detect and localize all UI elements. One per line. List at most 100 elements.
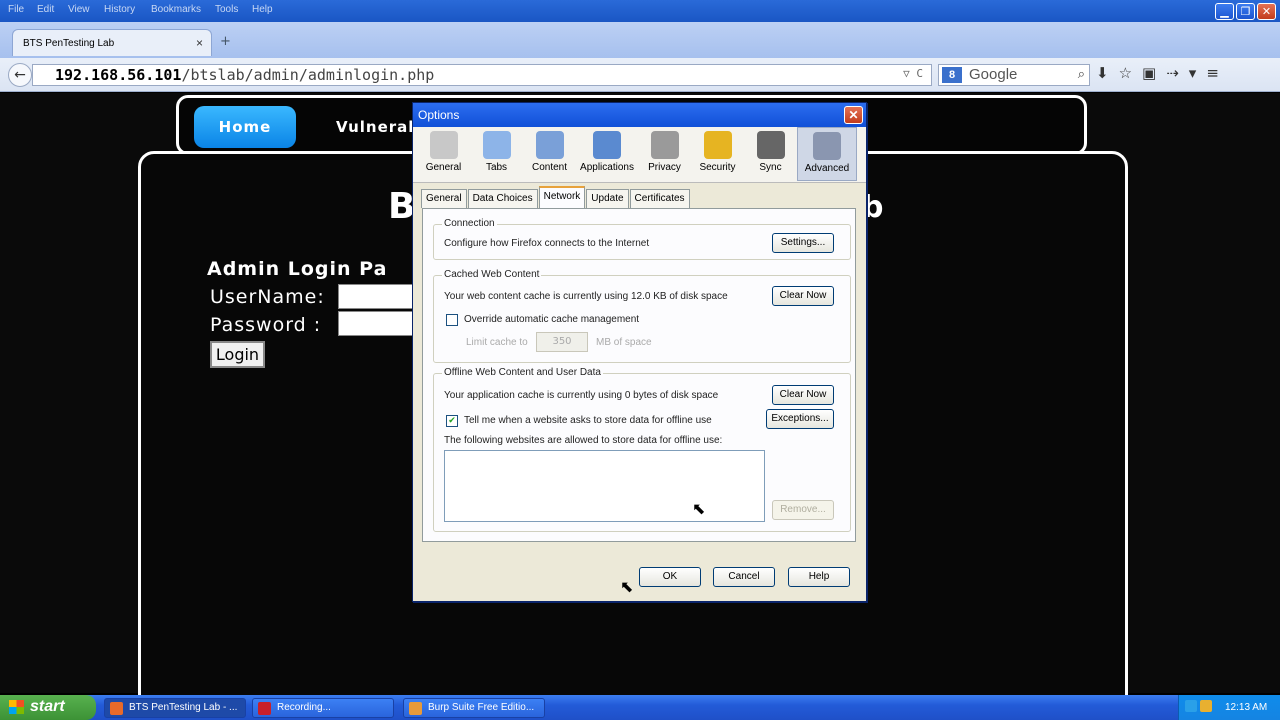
search-engine-icon[interactable]: 8 [942,67,962,83]
tell-me-label: Tell me when a website asks to store dat… [464,415,712,426]
username-input[interactable] [338,284,414,309]
subtab-certificates[interactable]: Certificates [629,189,690,208]
start-button[interactable]: start [0,695,96,720]
search-bar[interactable]: 8 Google ⌕ [938,64,1090,86]
cache-usage-text: Your web content cache is currently usin… [444,291,728,302]
clear-cache-button[interactable]: Clear Now [772,286,834,306]
recording-icon [258,702,271,715]
tab-bts-pentesting-lab[interactable]: BTS PenTesting Lab × [12,29,212,56]
override-cache-checkbox[interactable] [446,314,458,326]
tab-title: BTS PenTesting Lab [23,38,115,49]
password-input[interactable] [338,311,414,336]
preferences-pane-toolbar: General Tabs Content Applications Privac… [413,127,866,183]
options-dialog: Options ✕ General Tabs Content Applicati… [412,102,867,602]
bookmark-star-icon[interactable]: ☆ [1119,64,1132,82]
exceptions-button[interactable]: Exceptions... [766,409,834,429]
pane-label: Applications [580,162,634,173]
pane-advanced[interactable]: Advanced [797,127,857,181]
menu-history[interactable]: History [104,4,135,15]
dropdown-icon[interactable]: ▾ [1189,64,1197,82]
menu-tools[interactable]: Tools [215,4,238,15]
connection-text: Configure how Firefox connects to the In… [444,238,650,249]
connection-settings-button[interactable]: Settings... [772,233,834,253]
taskbar-item-label: BTS PenTesting Lab - ... [129,702,238,713]
pane-privacy[interactable]: Privacy [638,127,691,181]
privacy-icon [650,131,679,159]
restore-button[interactable]: ❐ [1236,3,1255,20]
search-icon[interactable]: ⌕ [1078,66,1085,82]
pane-content[interactable]: Content [523,127,576,181]
close-window-button[interactable]: ✕ [1257,3,1276,20]
search-placeholder: Google [969,66,1018,83]
menu-help[interactable]: Help [252,4,273,15]
url-bar[interactable]: 192.168.56.101/btslab/admin/adminlogin.p… [32,64,932,86]
url-bar-icons[interactable]: ▽ C [903,67,923,80]
mouse-cursor-icon: ⬉ [620,577,634,596]
cache-limit-unit: MB of space [596,337,652,348]
tray-icons [1185,700,1212,712]
start-label: start [30,698,65,715]
pane-label: Sync [759,162,782,173]
pane-applications[interactable]: Applications [576,127,638,181]
advanced-subtabs: General Data Choices Network Update Cert… [421,186,691,208]
window-controls: ▁ ❐ ✕ [1215,3,1276,20]
security-icon [703,131,732,159]
menu-edit[interactable]: Edit [37,4,54,15]
password-label: Password : [210,314,322,336]
back-button[interactable]: ← [8,63,32,87]
menu-view[interactable]: View [68,4,90,15]
offline-label: Offline Web Content and User Data [442,367,603,378]
tell-me-checkbox[interactable]: ✔ [446,415,458,427]
subtab-network[interactable]: Network [538,186,586,208]
taskbar-item-browser[interactable]: BTS PenTesting Lab - ... [104,698,246,718]
content-icon [535,131,564,159]
menu-bookmarks[interactable]: Bookmarks [151,4,201,15]
applications-icon [593,131,621,159]
network-icon[interactable] [1185,700,1197,712]
pane-sync[interactable]: Sync [744,127,797,181]
firefox-icon [110,702,123,715]
new-tab-button[interactable]: + [220,34,231,49]
cancel-button[interactable]: Cancel [713,567,775,587]
subtab-data-choices[interactable]: Data Choices [467,189,538,208]
url-path: /btslab/admin/adminlogin.php [181,66,435,84]
allowed-sites-list[interactable] [444,450,765,522]
help-button[interactable]: Help [788,567,850,587]
remove-site-button[interactable]: Remove... [772,500,834,520]
login-button[interactable]: Login [210,341,265,368]
pane-label: Privacy [648,162,681,173]
tab-close-icon[interactable]: × [196,36,203,50]
limit-cache-label: Limit cache to [466,337,528,348]
downloads-icon[interactable]: ⬇ [1096,64,1109,82]
cached-web-content-group: Cached Web Content Your web content cach… [433,269,851,363]
pane-tabs[interactable]: Tabs [470,127,523,181]
dialog-close-button[interactable]: ✕ [844,106,863,124]
offline-data-group: Offline Web Content and User Data Your a… [433,367,851,532]
site-vulnerabilities-link[interactable]: Vulnerab [336,118,420,136]
subtab-general[interactable]: General [421,189,467,208]
system-tray: 12:13 AM [1178,695,1280,720]
taskbar-item-recording[interactable]: Recording... [252,698,394,718]
burp-suite-icon [409,702,422,715]
pane-label: Advanced [804,163,850,174]
site-home-button[interactable]: Home [194,106,296,148]
taskbar-item-burp-suite[interactable]: Burp Suite Free Editio... [403,698,545,718]
subtab-update[interactable]: Update [586,189,629,208]
url-host: 192.168.56.101 [55,66,182,84]
toolbar-icons: ⬇ ☆ ▣ ⇢ ▾ ≡ [1096,64,1219,82]
pane-security[interactable]: Security [691,127,744,181]
minimize-button[interactable]: ▁ [1215,3,1234,20]
clock[interactable]: 12:13 AM [1225,702,1267,713]
bookmarks-menu-icon[interactable]: ▣ [1142,64,1156,82]
pane-label: General [425,162,462,173]
notification-icon[interactable] [1200,700,1212,712]
proxy-icon[interactable]: ⇢ [1166,64,1179,82]
menu-icon[interactable]: ≡ [1206,64,1219,82]
clear-app-cache-button[interactable]: Clear Now [772,385,834,405]
ok-button[interactable]: OK [639,567,701,587]
dialog-title-bar[interactable]: Options ✕ [413,103,866,127]
connection-label: Connection [442,218,497,229]
pane-general[interactable]: General [417,127,470,181]
cache-limit-spinner[interactable]: 350 [536,332,588,352]
menu-file[interactable]: File [8,4,24,15]
